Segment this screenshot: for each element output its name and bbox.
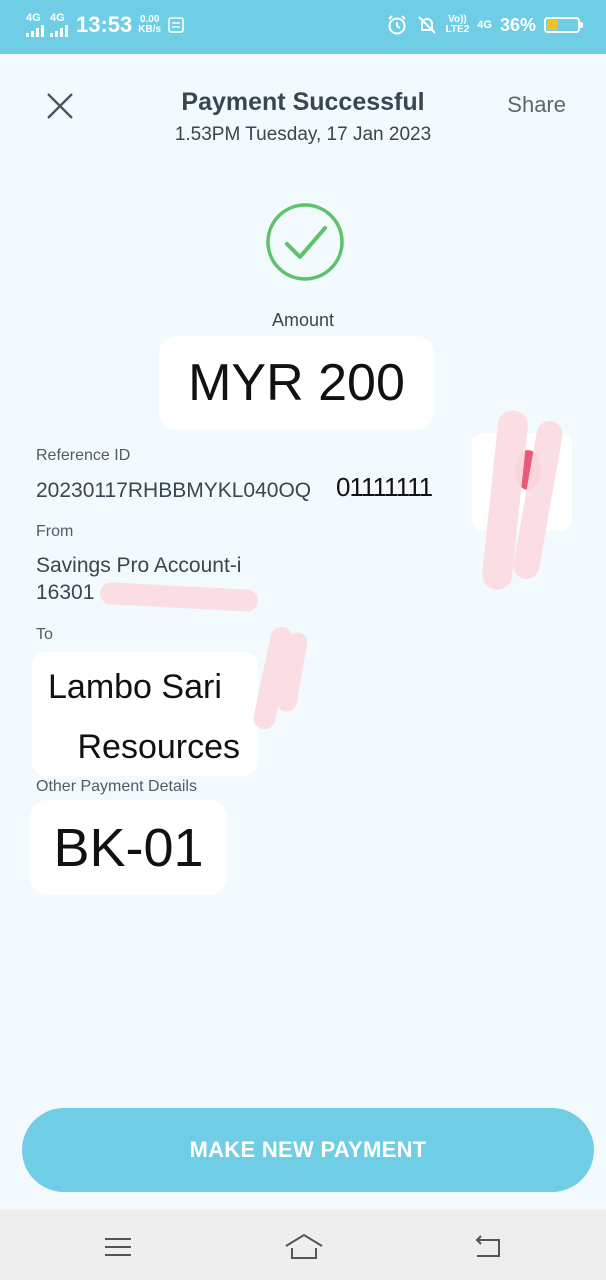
signal-3: 4G	[477, 18, 492, 31]
app-notification-icon	[168, 17, 184, 33]
signal-bars-icon	[50, 25, 68, 37]
make-new-payment-button[interactable]: MAKE NEW PAYMENT	[22, 1108, 594, 1192]
reference-id-label: Reference ID	[36, 447, 131, 464]
status-bar: 4G 4G 13:53 0.00 KB/s Vo)) LTE2 4G 36%	[0, 0, 606, 54]
redaction-scribble	[99, 581, 259, 613]
battery-percent: 36%	[499, 14, 536, 35]
menu-icon[interactable]	[101, 1230, 135, 1264]
silent-bell-icon	[417, 16, 436, 34]
to-label: To	[36, 626, 53, 643]
volte-indicator: Vo)) LTE2	[446, 15, 470, 35]
back-icon[interactable]	[471, 1230, 505, 1264]
network-speed: 0.00 KB/s	[138, 15, 161, 35]
check-circle-icon	[266, 203, 344, 281]
system-nav-bar	[0, 1210, 606, 1280]
reference-id-overlay: 01111111	[336, 472, 433, 502]
from-account-number: 16301	[36, 581, 95, 604]
network-type-1: 4G	[26, 12, 41, 24]
other-details-value: BK-01	[30, 800, 227, 895]
other-details-label: Other Payment Details	[36, 778, 197, 795]
from-account-name: Savings Pro Account-i	[36, 554, 242, 577]
recipient-line-2: Resources	[77, 728, 240, 766]
speed-unit: KB/s	[138, 24, 162, 35]
recipient-name: Lambo Sari Resources	[32, 652, 258, 776]
lte-label: LTE2	[445, 24, 470, 35]
amount-value: MYR 200	[159, 336, 434, 430]
from-label: From	[36, 523, 74, 540]
signal-2: 4G	[50, 13, 68, 37]
battery-icon	[544, 17, 583, 33]
status-left: 4G 4G 13:53 0.00 KB/s	[26, 12, 185, 38]
network-type-2: 4G	[50, 12, 65, 24]
network-type-3: 4G	[477, 18, 492, 31]
recipient-line-1: Lambo Sari	[48, 668, 222, 706]
amount-label: Amount	[271, 310, 335, 330]
alarm-icon	[387, 15, 406, 35]
signal-bars-icon	[26, 25, 44, 37]
transaction-datetime: 1.53PM Tuesday, 17 Jan 2023	[174, 124, 432, 145]
clock: 13:53	[76, 12, 133, 37]
share-button[interactable]: Share	[507, 92, 566, 118]
home-icon[interactable]	[283, 1230, 325, 1264]
reference-id-value: 20230117RHBBMYKL040OQ	[36, 479, 312, 502]
status-right: Vo)) LTE2 4G 36%	[386, 14, 583, 36]
signal-1: 4G	[26, 13, 44, 37]
